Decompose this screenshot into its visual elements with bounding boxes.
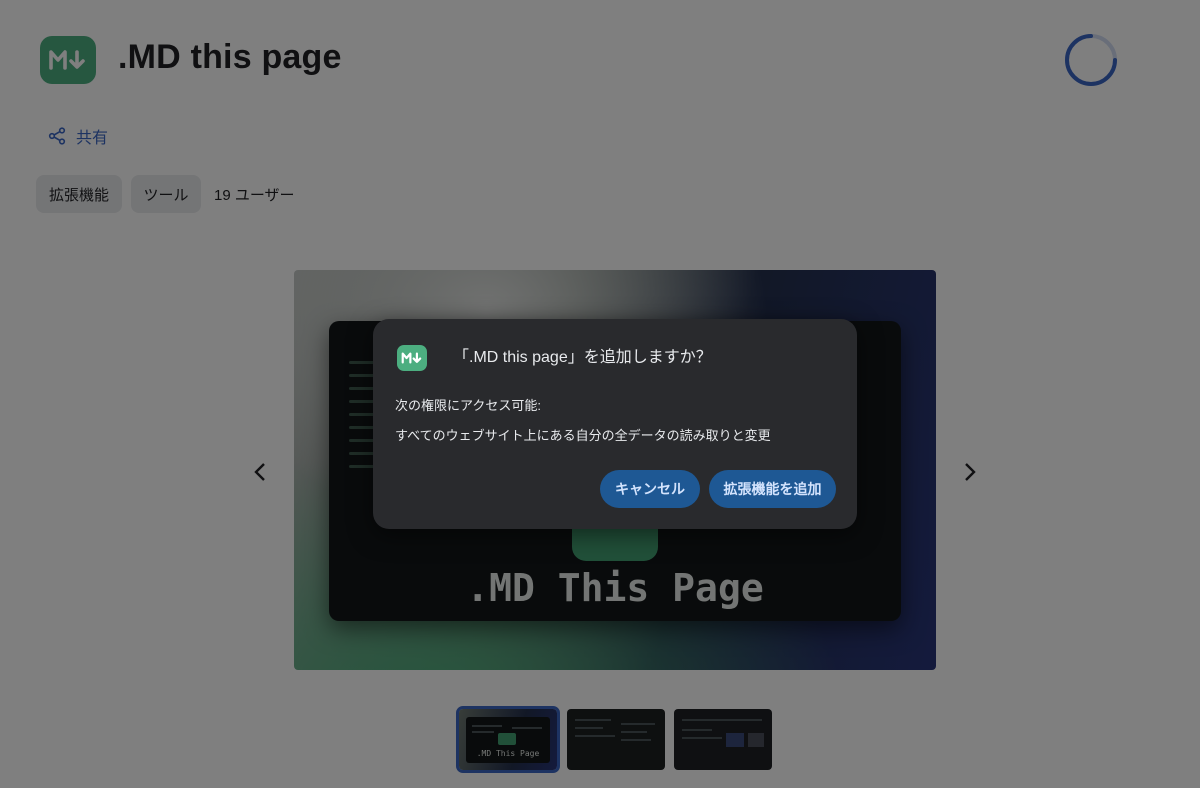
dialog-title: 「.MD this page」を追加しますか？ [453, 349, 712, 366]
add-extension-dialog: 「.MD this page」を追加しますか？ 次の権限にアクセス可能: すべて… [373, 319, 857, 529]
extension-page: .MD this page 共有 拡張機能 ツール 19 ユーザー [0, 0, 1200, 788]
permissions-heading: 次の権限にアクセス可能: [395, 398, 541, 413]
cancel-button[interactable]: キャンセル [600, 470, 700, 508]
markdown-icon [401, 352, 422, 364]
add-extension-button[interactable]: 拡張機能を追加 [709, 470, 836, 508]
permission-item: すべてのウェブサイト上にある自分の全データの読み取りと変更 [395, 428, 771, 443]
extension-icon [397, 345, 427, 371]
